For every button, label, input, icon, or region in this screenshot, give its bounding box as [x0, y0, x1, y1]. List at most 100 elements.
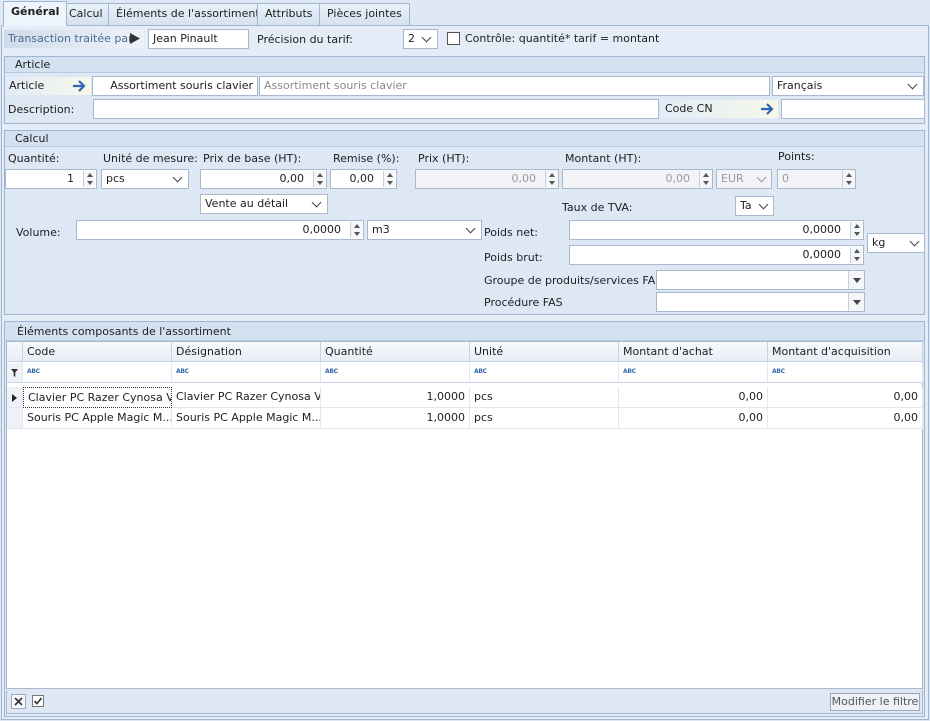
quantite-value: 1: [67, 172, 74, 185]
poids-net-value: 0,0000: [802, 223, 842, 236]
language-select[interactable]: Français: [772, 76, 924, 96]
table-cell-acquisition[interactable]: 0,00: [768, 387, 923, 408]
table-cell-achat[interactable]: 0,00: [619, 408, 768, 429]
chevron-down-icon: [907, 79, 918, 90]
poids-brut-label: Poids brut:: [484, 251, 543, 264]
table-cell-achat[interactable]: 0,00: [619, 387, 768, 408]
tab-attributs[interactable]: Attributs: [257, 3, 321, 25]
price-type-select[interactable]: Vente au détail: [200, 194, 328, 214]
remise-spinner[interactable]: [383, 171, 395, 187]
poids-net-label: Poids net:: [484, 226, 538, 239]
tva-select[interactable]: Ta: [735, 196, 774, 216]
dropdown-arrow-icon[interactable]: [848, 271, 864, 289]
check-icon: [33, 697, 43, 705]
control-checkbox[interactable]: [447, 32, 460, 45]
table-cell-unite[interactable]: pcs: [470, 408, 619, 429]
remise-field[interactable]: 0,00: [330, 169, 397, 189]
transaction-link[interactable]: Transaction traitée par: [4, 30, 144, 48]
column-header-achat[interactable]: Montant d'achat: [619, 342, 768, 362]
volume-unit-select[interactable]: m3: [367, 220, 482, 240]
table-cell-designation[interactable]: Souris PC Apple Magic M...: [172, 408, 321, 429]
poids-brut-field[interactable]: 0,0000: [569, 245, 864, 265]
clear-filter-button[interactable]: [11, 694, 26, 709]
abc-icon: ABC: [474, 368, 487, 375]
currency-select: EUR: [716, 169, 772, 189]
chevron-down-icon: [311, 197, 322, 208]
column-header-designation[interactable]: Désignation: [172, 342, 321, 362]
precision-select[interactable]: 2: [403, 29, 438, 49]
table-cell-quantite[interactable]: 1,0000: [321, 387, 470, 408]
filter-code[interactable]: ABC: [23, 363, 172, 383]
code-cn-field[interactable]: [781, 99, 925, 119]
volume-spinner[interactable]: [350, 222, 362, 238]
quantite-field[interactable]: 1: [5, 169, 97, 189]
volume-value: 0,0000: [302, 223, 342, 236]
precision-label: Précision du tarif:: [257, 33, 353, 46]
table-cell-quantite[interactable]: 1,0000: [321, 408, 470, 429]
filter-acquisition[interactable]: ABC: [768, 363, 923, 383]
groupe-fas-label: Groupe de produits/services FAS: [484, 274, 663, 287]
filter-unite[interactable]: ABC: [470, 363, 619, 383]
row-indicator[interactable]: [7, 387, 23, 408]
column-header-quantite[interactable]: Quantité: [321, 342, 470, 362]
column-header-unite[interactable]: Unité: [470, 342, 619, 362]
tva-label: Taux de TVA:: [562, 201, 633, 214]
filter-quantite[interactable]: ABC: [321, 363, 470, 383]
remise-value: 0,00: [349, 172, 375, 185]
table-cell-acquisition[interactable]: 0,00: [768, 408, 923, 429]
procedure-fas-select[interactable]: [656, 292, 865, 312]
grid-corner: [7, 342, 23, 362]
abc-icon: ABC: [325, 368, 338, 375]
table-cell-code[interactable]: Souris PC Apple Magic M...: [23, 408, 172, 429]
article-link[interactable]: Article: [5, 77, 91, 95]
control-label: Contrôle: quantité* tarif = montant: [465, 32, 660, 45]
tab-calcul[interactable]: Calcul: [61, 3, 111, 25]
filter-enabled-checkbox[interactable]: [31, 694, 46, 709]
play-icon: [130, 33, 140, 44]
price-type-value: Vente au détail: [205, 197, 289, 210]
points-label: Points:: [778, 150, 815, 163]
row-indicator[interactable]: [7, 408, 23, 429]
abc-icon: ABC: [176, 368, 189, 375]
current-row-icon: [12, 394, 17, 402]
poids-net-spinner[interactable]: [850, 222, 862, 238]
close-icon: [14, 697, 23, 706]
prix-base-label: Prix de base (HT):: [203, 152, 302, 165]
poids-brut-spinner[interactable]: [850, 247, 862, 263]
description-field[interactable]: [93, 99, 659, 119]
prix-base-spinner[interactable]: [313, 171, 325, 187]
column-header-code[interactable]: Code: [23, 342, 172, 362]
unite-select[interactable]: pcs: [101, 169, 189, 189]
article-name-field[interactable]: Assortiment souris clavier: [259, 76, 770, 96]
modify-filter-button[interactable]: Modifier le filtre: [830, 693, 920, 711]
article-group-title: Article: [5, 57, 924, 73]
quantite-spinner[interactable]: [83, 171, 95, 187]
groupe-fas-select[interactable]: [656, 270, 865, 290]
poids-net-field[interactable]: 0,0000: [569, 220, 864, 240]
filter-achat[interactable]: ABC: [619, 363, 768, 383]
table-cell-code[interactable]: Clavier PC Razer Cynosa V2: [23, 387, 172, 408]
poids-unit-select[interactable]: kg: [867, 233, 925, 253]
procedure-fas-label: Procédure FAS: [484, 296, 563, 309]
remise-label: Remise (%):: [333, 152, 400, 165]
tab-pieces-jointes[interactable]: Pièces jointes: [319, 3, 410, 25]
tab-general[interactable]: Général: [3, 1, 68, 26]
points-field: 0: [777, 169, 856, 189]
abc-icon: ABC: [772, 368, 785, 375]
volume-label: Volume:: [16, 226, 61, 239]
precision-value: 2: [408, 32, 415, 45]
filter-designation[interactable]: ABC: [172, 363, 321, 383]
calcul-group-title: Calcul: [5, 131, 924, 147]
column-header-acquisition[interactable]: Montant d'acquisition: [768, 342, 923, 362]
table-cell-unite[interactable]: pcs: [470, 387, 619, 408]
dropdown-arrow-icon[interactable]: [848, 293, 864, 311]
unite-label: Unité de mesure:: [103, 152, 198, 165]
volume-field[interactable]: 0,0000: [76, 220, 364, 240]
tab-elements[interactable]: Éléments de l'assortiment: [108, 3, 268, 25]
prix-base-field[interactable]: 0,00: [200, 169, 327, 189]
article-code-field[interactable]: Assortiment souris clavier: [92, 76, 258, 96]
table-cell-designation[interactable]: Clavier PC Razer Cynosa V2: [172, 387, 321, 408]
transaction-user-field[interactable]: Jean Pinault: [148, 29, 249, 49]
arrow-right-icon: [761, 103, 774, 115]
code-cn-link[interactable]: Code CN: [661, 100, 778, 118]
